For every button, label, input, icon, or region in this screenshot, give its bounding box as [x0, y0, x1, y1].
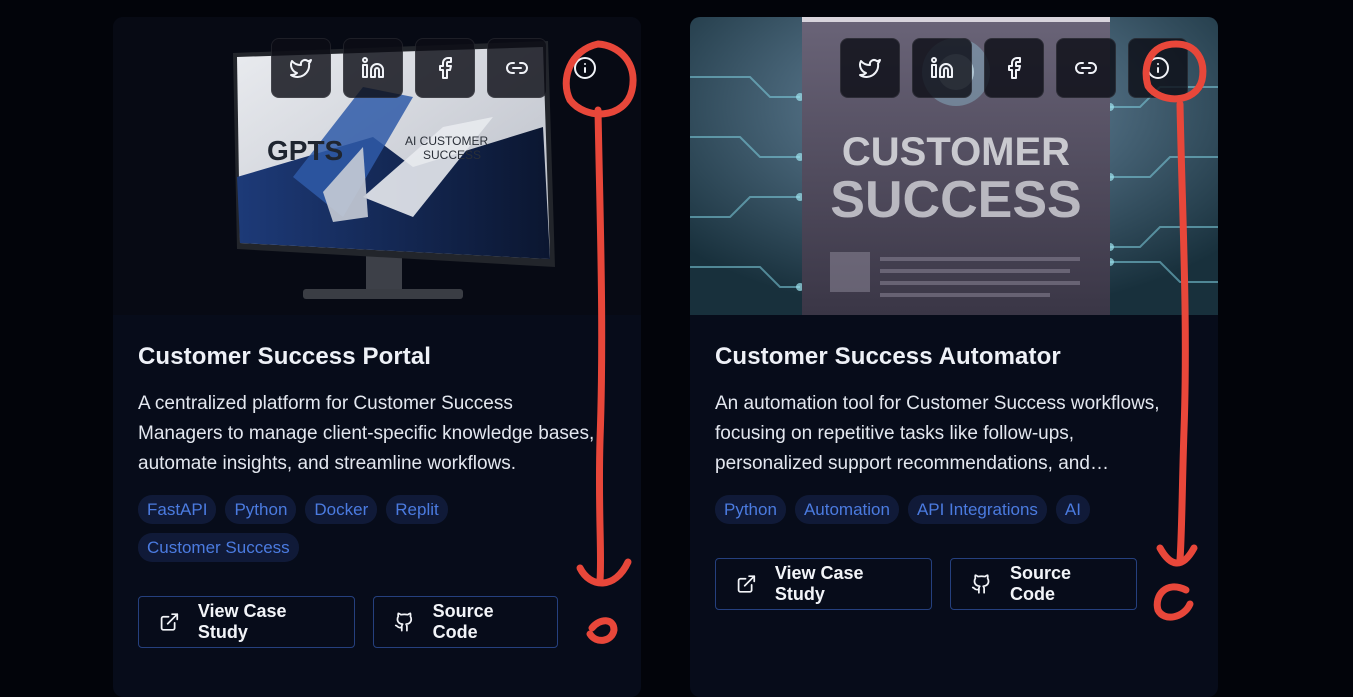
facebook-share-button[interactable] [415, 38, 475, 98]
info-button[interactable] [559, 38, 611, 98]
twitter-share-button[interactable] [840, 38, 900, 98]
facebook-share-button[interactable] [984, 38, 1044, 98]
facebook-icon [1008, 57, 1021, 79]
twitter-icon [290, 59, 312, 78]
link-icon [1075, 62, 1097, 74]
tag: Python [715, 495, 786, 524]
view-case-study-button[interactable]: View Case Study [138, 596, 355, 648]
project-description: A centralized platform for Customer Succ… [138, 393, 595, 474]
project-title: Customer Success Automator [715, 343, 1061, 370]
view-case-study-label: View Case Study [197, 601, 287, 642]
tag: FastAPI [138, 495, 217, 524]
github-icon [394, 612, 413, 632]
info-button[interactable] [1128, 38, 1188, 98]
source-code-label: Source Code [432, 601, 494, 642]
project-card: CUSTOMER SUCCESS Customer Success Automa… [690, 17, 1218, 697]
link-icon [506, 62, 528, 74]
tag-list: Python Automation API Integrations AI [715, 495, 1135, 524]
thumbnail-line1-text: AI CUSTOMER [405, 134, 488, 148]
tag: Customer Success [138, 533, 299, 562]
facebook-icon [439, 57, 452, 79]
external-link-icon [160, 613, 179, 631]
twitter-share-button[interactable] [271, 38, 331, 98]
tag: Docker [305, 495, 378, 524]
card-actions: View Case Study Source Code [138, 596, 619, 648]
tag: API Integrations [907, 495, 1047, 524]
github-icon [971, 574, 990, 594]
project-info: Customer Success Portal A centralized pl… [138, 343, 619, 648]
copy-link-button[interactable] [487, 38, 547, 98]
external-link-icon [737, 575, 756, 593]
source-code-button[interactable]: Source Code [950, 558, 1137, 610]
linkedin-icon [362, 57, 384, 78]
info-icon [574, 57, 596, 79]
tag: Python [225, 495, 297, 524]
source-code-label: Source Code [1010, 563, 1072, 604]
thumbnail-line1-text: CUSTOMER [842, 130, 1070, 174]
project-card: GPTS AI CUSTOMER SUCCESS Customer Succes… [113, 17, 641, 697]
linkedin-share-button[interactable] [343, 38, 403, 98]
source-code-button[interactable]: Source Code [373, 596, 558, 648]
project-title: Customer Success Portal [138, 343, 432, 370]
view-case-study-label: View Case Study [774, 563, 864, 604]
share-bar [840, 38, 1188, 98]
linkedin-share-button[interactable] [912, 38, 972, 98]
info-icon [1147, 57, 1169, 79]
linkedin-icon [931, 57, 953, 78]
card-actions: View Case Study Source Code [715, 558, 1196, 610]
tag: AI [1055, 495, 1090, 524]
tag-list: FastAPI Python Docker Replit Customer Su… [138, 495, 478, 562]
tag: Automation [794, 495, 899, 524]
thumbnail-line2-text: SUCCESS [830, 171, 1081, 229]
project-info: Customer Success Automator An automation… [715, 343, 1196, 610]
twitter-icon [859, 59, 881, 78]
view-case-study-button[interactable]: View Case Study [715, 558, 932, 610]
thumbnail-brand-text: GPTS [267, 135, 343, 166]
thumbnail-line2-text: SUCCESS [423, 148, 481, 162]
project-description: An automation tool for Customer Success … [715, 393, 1160, 474]
tag: Replit [386, 495, 448, 524]
share-bar [271, 38, 611, 98]
copy-link-button[interactable] [1056, 38, 1116, 98]
